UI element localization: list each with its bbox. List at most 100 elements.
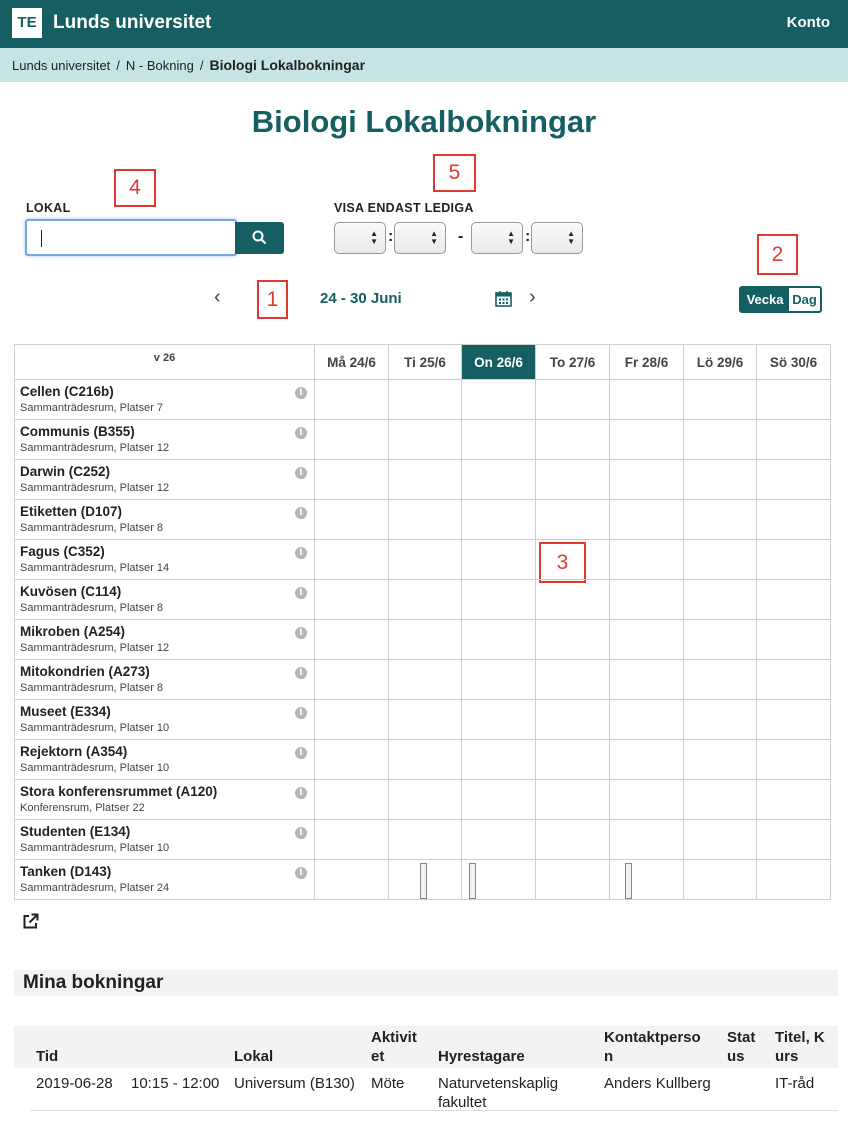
col-header-hyrestagare[interactable]: Hyrestagare xyxy=(438,1047,525,1066)
slot-cell[interactable] xyxy=(756,859,831,900)
room-name[interactable]: Studenten (E134) xyxy=(20,824,314,840)
slot-cell[interactable] xyxy=(461,419,536,460)
slot-cell[interactable] xyxy=(683,859,757,900)
room-cell[interactable]: Communis (B355) Sammanträdesrum, Platser … xyxy=(14,419,315,460)
slot-cell[interactable] xyxy=(683,819,757,860)
lokal-search-input[interactable] xyxy=(25,219,237,256)
app-name[interactable]: Lunds universitet xyxy=(53,12,211,34)
slot-cell[interactable] xyxy=(756,579,831,620)
slot-cell[interactable] xyxy=(535,539,610,580)
slot-cell[interactable] xyxy=(535,779,610,820)
slot-cell[interactable] xyxy=(756,539,831,580)
slot-cell[interactable] xyxy=(314,499,389,540)
start-hour-select[interactable]: ▲ ▼ xyxy=(334,222,386,254)
slot-cell[interactable] xyxy=(756,379,831,420)
slot-cell[interactable] xyxy=(388,819,462,860)
chevron-right-icon[interactable]: › xyxy=(529,286,536,309)
col-header-lokal[interactable]: Lokal xyxy=(234,1047,273,1066)
slot-cell[interactable] xyxy=(388,459,462,500)
slot-cell[interactable] xyxy=(388,419,462,460)
slot-cell[interactable] xyxy=(461,459,536,500)
col-header-status-2[interactable]: us xyxy=(727,1047,745,1066)
info-icon[interactable]: i xyxy=(295,507,307,519)
col-header-kontaktperson-1[interactable]: Kontaktperso xyxy=(604,1028,701,1047)
slot-cell[interactable] xyxy=(609,459,684,500)
room-name[interactable]: Tanken (D143) xyxy=(20,864,314,880)
room-cell[interactable]: Fagus (C352) Sammanträdesrum, Platser 14 i xyxy=(14,539,315,580)
calendar-icon[interactable] xyxy=(495,290,512,312)
slot-cell[interactable] xyxy=(756,459,831,500)
slot-cell[interactable] xyxy=(314,419,389,460)
end-hour-select[interactable]: ▲ ▼ xyxy=(471,222,523,254)
slot-cell[interactable] xyxy=(683,699,757,740)
slot-cell[interactable] xyxy=(609,659,684,700)
slot-cell[interactable] xyxy=(314,659,389,700)
room-name[interactable]: Rejektorn (A354) xyxy=(20,744,314,760)
slot-cell[interactable] xyxy=(535,499,610,540)
info-icon[interactable]: i xyxy=(295,747,307,759)
slot-cell[interactable] xyxy=(388,619,462,660)
day-header[interactable]: Må 24/6 xyxy=(314,344,389,380)
room-cell[interactable]: Museet (E334) Sammanträdesrum, Platser 10… xyxy=(14,699,315,740)
slot-cell[interactable] xyxy=(314,819,389,860)
room-name[interactable]: Cellen (C216b) xyxy=(20,384,314,400)
slot-cell[interactable] xyxy=(683,539,757,580)
slot-cell[interactable] xyxy=(388,659,462,700)
breadcrumb-item-booking[interactable]: N - Bokning xyxy=(126,58,194,73)
slot-cell[interactable] xyxy=(609,379,684,420)
slot-cell[interactable] xyxy=(461,859,536,900)
slot-cell[interactable] xyxy=(535,579,610,620)
slot-cell[interactable] xyxy=(609,739,684,780)
info-icon[interactable]: i xyxy=(295,787,307,799)
slot-cell[interactable] xyxy=(461,539,536,580)
slot-cell[interactable] xyxy=(461,659,536,700)
day-header[interactable]: On 26/6 xyxy=(461,344,536,380)
col-header-kontaktperson-2[interactable]: n xyxy=(604,1047,613,1066)
day-header[interactable]: Fr 28/6 xyxy=(609,344,684,380)
room-cell[interactable]: Etiketten (D107) Sammanträdesrum, Platser… xyxy=(14,499,315,540)
slot-cell[interactable] xyxy=(535,699,610,740)
slot-cell[interactable] xyxy=(388,739,462,780)
slot-cell[interactable] xyxy=(683,619,757,660)
slot-cell[interactable] xyxy=(461,499,536,540)
col-header-tid[interactable]: Tid xyxy=(36,1047,58,1066)
slot-cell[interactable] xyxy=(535,739,610,780)
room-cell[interactable]: Mikroben (A254) Sammanträdesrum, Platser … xyxy=(14,619,315,660)
info-icon[interactable]: i xyxy=(295,587,307,599)
slot-cell[interactable] xyxy=(609,579,684,620)
te-logo[interactable]: TE xyxy=(12,8,42,38)
slot-cell[interactable] xyxy=(461,779,536,820)
slot-cell[interactable] xyxy=(683,579,757,620)
col-header-aktivitet-1[interactable]: Aktivit xyxy=(371,1028,417,1047)
info-icon[interactable]: i xyxy=(295,387,307,399)
slot-cell[interactable] xyxy=(609,859,684,900)
day-header[interactable]: Lö 29/6 xyxy=(683,344,757,380)
info-icon[interactable]: i xyxy=(295,867,307,879)
room-name[interactable]: Darwin (C252) xyxy=(20,464,314,480)
start-minute-select[interactable]: ▲ ▼ xyxy=(394,222,446,254)
account-link[interactable]: Konto xyxy=(787,14,830,31)
slot-cell[interactable] xyxy=(756,419,831,460)
slot-cell[interactable] xyxy=(461,619,536,660)
slot-cell[interactable] xyxy=(388,699,462,740)
search-button[interactable] xyxy=(235,222,284,254)
slot-cell[interactable] xyxy=(756,659,831,700)
chevron-left-icon[interactable]: ‹ xyxy=(214,286,221,309)
room-cell[interactable]: Studenten (E134) Sammanträdesrum, Platser… xyxy=(14,819,315,860)
info-icon[interactable]: i xyxy=(295,627,307,639)
external-link-icon[interactable] xyxy=(22,913,39,935)
view-week-button[interactable]: Vecka xyxy=(741,288,789,311)
slot-cell[interactable] xyxy=(609,819,684,860)
slot-cell[interactable] xyxy=(314,459,389,500)
room-name[interactable]: Stora konferensrummet (A120) xyxy=(20,784,314,800)
room-cell[interactable]: Cellen (C216b) Sammanträdesrum, Platser 7… xyxy=(14,379,315,420)
slot-cell[interactable] xyxy=(535,819,610,860)
slot-cell[interactable] xyxy=(535,859,610,900)
slot-cell[interactable] xyxy=(683,659,757,700)
room-name[interactable]: Mikroben (A254) xyxy=(20,624,314,640)
slot-cell[interactable] xyxy=(314,739,389,780)
slot-cell[interactable] xyxy=(314,779,389,820)
slot-cell[interactable] xyxy=(683,379,757,420)
slot-cell[interactable] xyxy=(756,739,831,780)
slot-cell[interactable] xyxy=(314,619,389,660)
